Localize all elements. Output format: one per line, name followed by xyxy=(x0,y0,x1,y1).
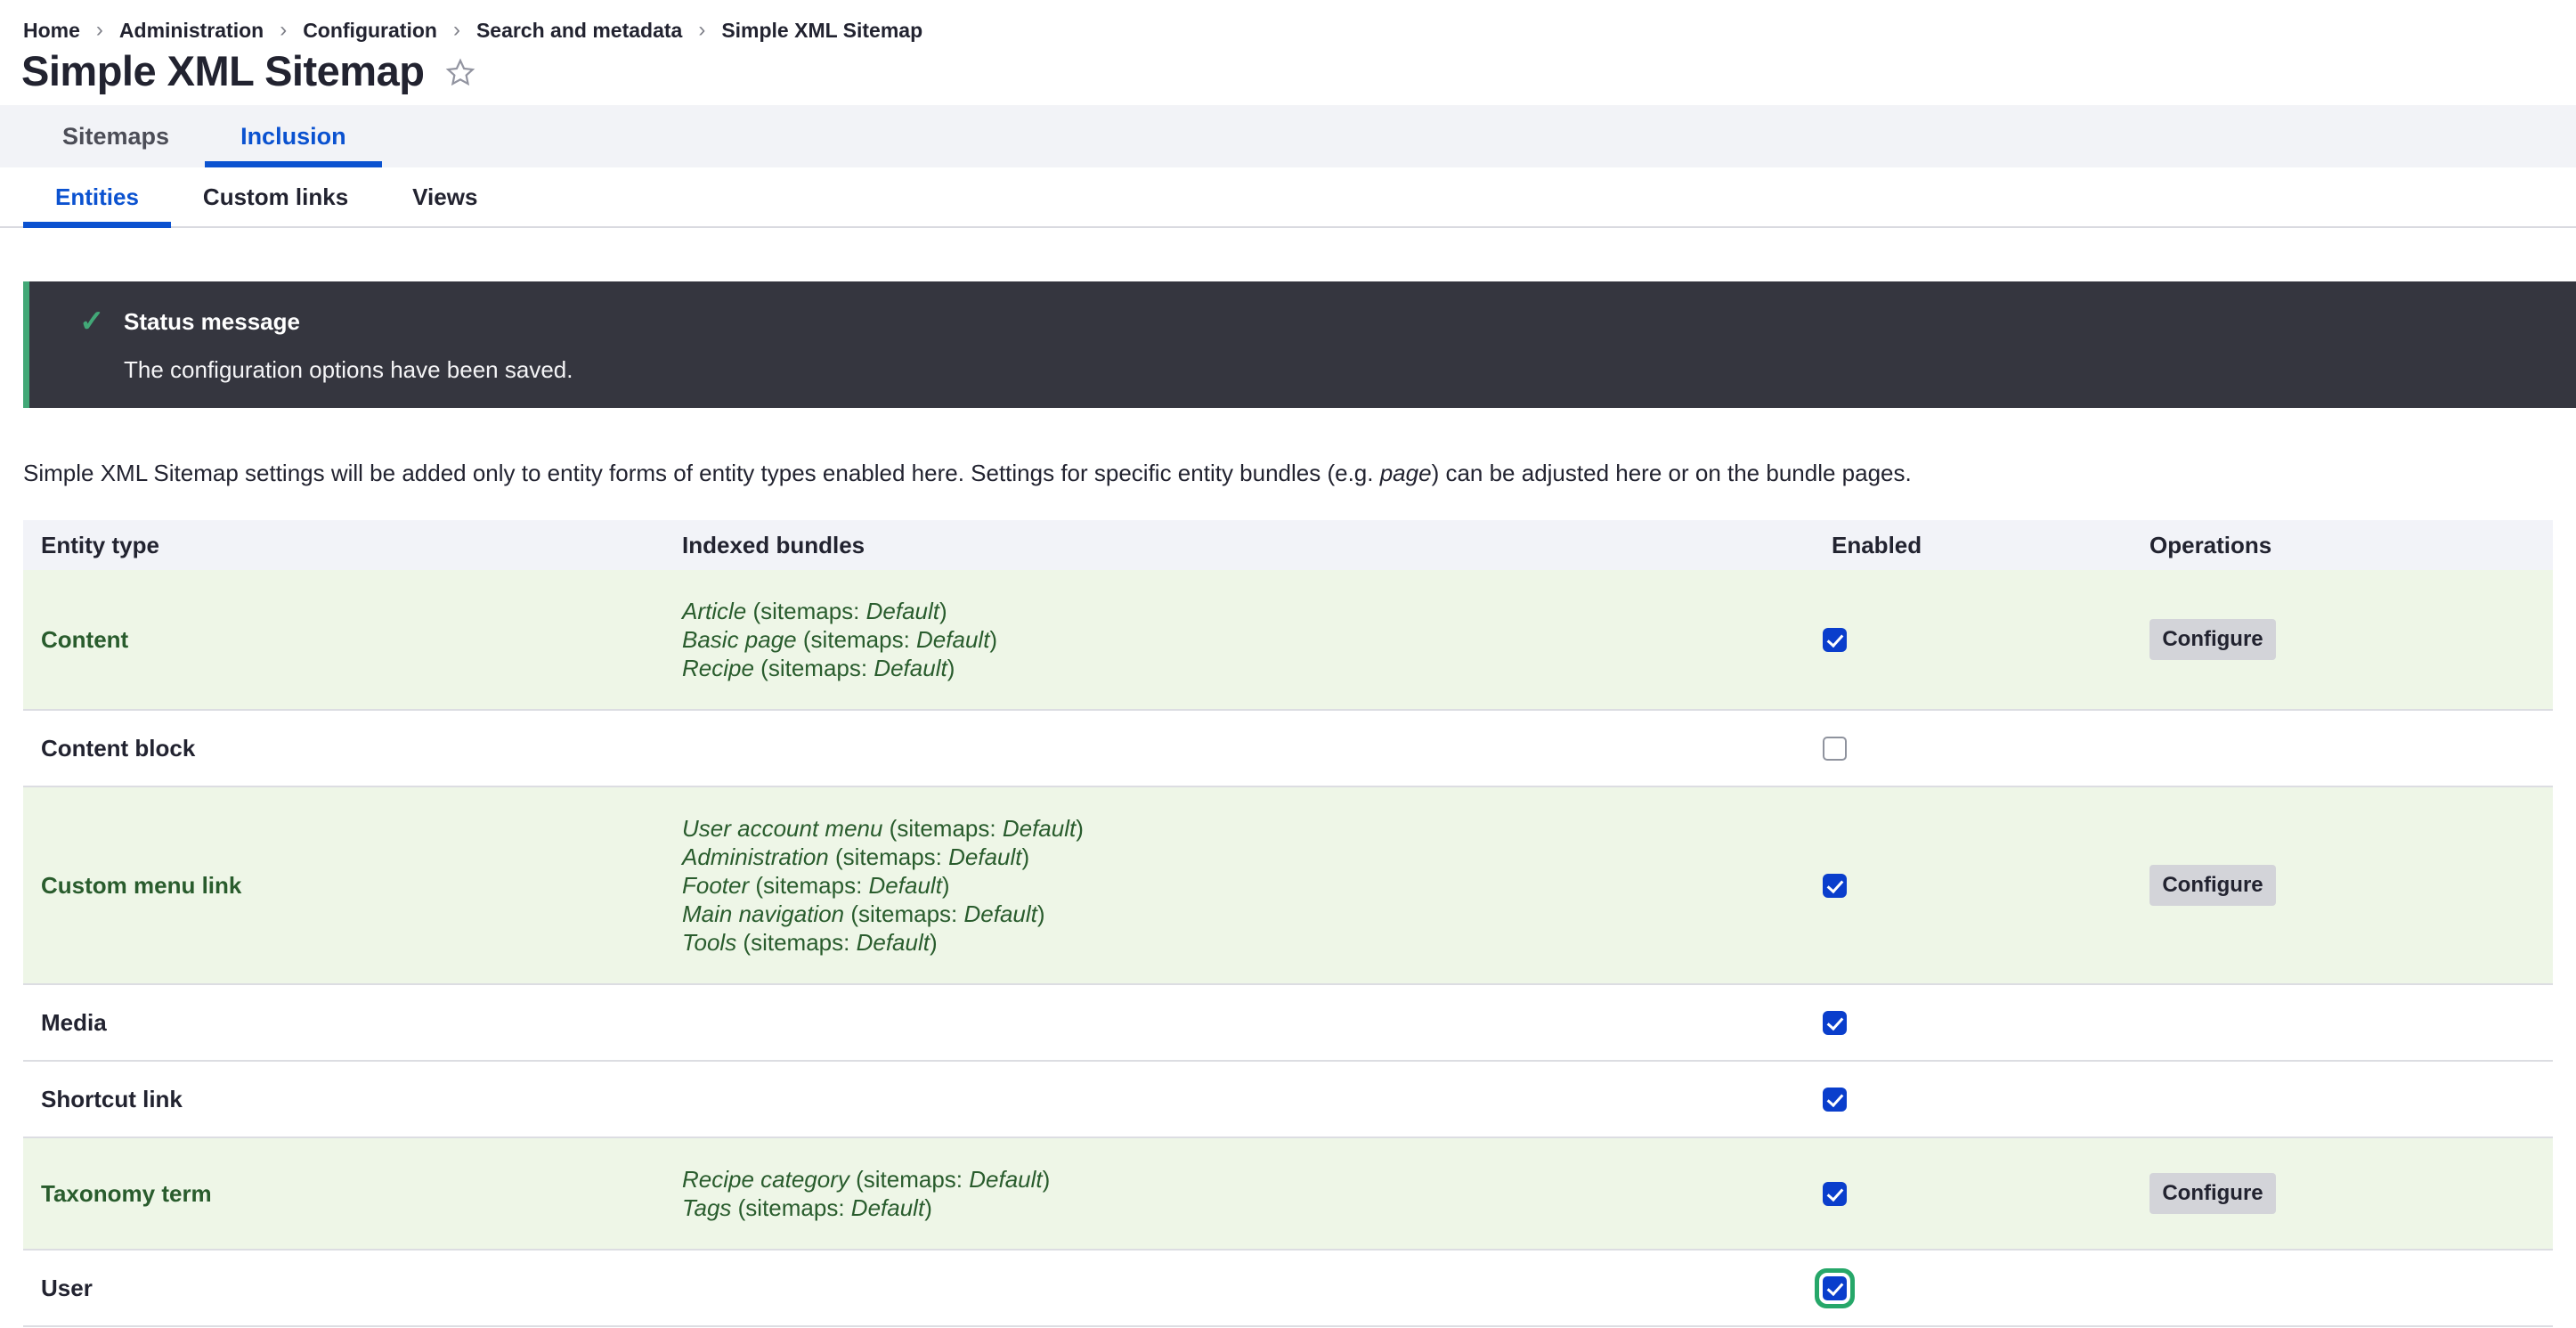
column-header-entity-type: Entity type xyxy=(23,532,659,559)
breadcrumb-item[interactable]: Search and metadata xyxy=(476,18,682,43)
table-row-user: User xyxy=(23,1251,2553,1327)
enabled-checkbox-content-block[interactable] xyxy=(1823,737,1847,761)
enabled-checkbox-media[interactable] xyxy=(1823,1011,1847,1035)
bundle-entry: Footer (sitemaps: Default) xyxy=(682,871,1785,900)
entity-type-label: Taxonomy term xyxy=(23,1180,659,1208)
enabled-checkbox-custom-menu-link[interactable] xyxy=(1823,874,1847,898)
table-row-shortcut-link: Shortcut link xyxy=(23,1062,2553,1138)
favorite-star-icon[interactable] xyxy=(443,56,477,90)
indexed-bundles-cell xyxy=(659,721,1785,775)
table-row-taxonomy-term: Taxonomy termRecipe category (sitemaps: … xyxy=(23,1138,2553,1251)
table-row-content: ContentArticle (sitemaps: Default)Basic … xyxy=(23,570,2553,711)
breadcrumb-separator: › xyxy=(453,18,460,43)
configure-button-content[interactable]: Configure xyxy=(2149,619,2276,660)
page-title: Simple XML Sitemap xyxy=(21,46,424,95)
entity-type-label: Content block xyxy=(23,735,659,762)
enabled-cell xyxy=(1785,1088,2139,1112)
secondary-tabs: EntitiesCustom linksViews xyxy=(0,167,2576,228)
entity-type-label: User xyxy=(23,1275,659,1302)
bundle-entry: Article (sitemaps: Default) xyxy=(682,597,1785,625)
breadcrumb-item[interactable]: Configuration xyxy=(303,18,437,43)
entity-types-table: Entity type Indexed bundles Enabled Oper… xyxy=(23,520,2553,1327)
configure-button-taxonomy-term[interactable]: Configure xyxy=(2149,1173,2276,1214)
table-body: ContentArticle (sitemaps: Default)Basic … xyxy=(23,570,2553,1327)
bundle-entry: Recipe (sitemaps: Default) xyxy=(682,654,1785,682)
operations-cell: Configure xyxy=(2139,619,2553,660)
bundle-entry: Main navigation (sitemaps: Default) xyxy=(682,900,1785,928)
table-row-media: Media xyxy=(23,985,2553,1062)
breadcrumb-item[interactable]: Administration xyxy=(119,18,264,43)
tab-inclusion[interactable]: Inclusion xyxy=(205,105,382,167)
configure-button-custom-menu-link[interactable]: Configure xyxy=(2149,865,2276,906)
bundle-entry: Tags (sitemaps: Default) xyxy=(682,1194,1785,1222)
table-header-row: Entity type Indexed bundles Enabled Oper… xyxy=(23,520,2553,570)
breadcrumb-separator: › xyxy=(96,18,103,43)
entity-type-label: Shortcut link xyxy=(23,1086,659,1113)
enabled-cell xyxy=(1785,628,2139,652)
enabled-cell xyxy=(1785,874,2139,898)
indexed-bundles-cell xyxy=(659,1261,1785,1315)
tab-sitemaps[interactable]: Sitemaps xyxy=(27,105,205,167)
breadcrumb-separator: › xyxy=(698,18,705,43)
column-header-enabled: Enabled xyxy=(1785,532,2139,559)
bundle-entry: Basic page (sitemaps: Default) xyxy=(682,625,1785,654)
entity-type-label: Content xyxy=(23,626,659,654)
page-description: Simple XML Sitemap settings will be adde… xyxy=(23,458,2553,488)
entity-type-label: Custom menu link xyxy=(23,872,659,900)
enabled-checkbox-taxonomy-term[interactable] xyxy=(1823,1182,1847,1206)
enabled-cell xyxy=(1785,1011,2139,1035)
breadcrumb-item[interactable]: Home xyxy=(23,18,80,43)
enabled-cell xyxy=(1785,1276,2139,1300)
operations-cell: Configure xyxy=(2139,1173,2553,1214)
operations-cell: Configure xyxy=(2139,865,2553,906)
checkmark-icon: ✓ xyxy=(60,308,124,335)
indexed-bundles-cell: Article (sitemaps: Default)Basic page (s… xyxy=(659,570,1785,709)
enabled-checkbox-shortcut-link[interactable] xyxy=(1823,1088,1847,1112)
subtab-entities[interactable]: Entities xyxy=(23,167,171,226)
table-row-custom-menu-link: Custom menu linkUser account menu (sitem… xyxy=(23,787,2553,985)
enabled-checkbox-user[interactable] xyxy=(1823,1276,1847,1300)
enabled-checkbox-content[interactable] xyxy=(1823,628,1847,652)
indexed-bundles-cell xyxy=(659,996,1785,1049)
breadcrumb-item[interactable]: Simple XML Sitemap xyxy=(721,18,922,43)
breadcrumb-separator: › xyxy=(280,18,287,43)
indexed-bundles-cell xyxy=(659,1072,1785,1126)
primary-tabs: SitemapsInclusion xyxy=(0,105,2576,167)
column-header-indexed-bundles: Indexed bundles xyxy=(659,532,1785,559)
bundle-entry: User account menu (sitemaps: Default) xyxy=(682,814,1785,843)
bundle-entry: Recipe category (sitemaps: Default) xyxy=(682,1165,1785,1194)
entity-type-label: Media xyxy=(23,1009,659,1037)
column-header-operations: Operations xyxy=(2139,532,2553,559)
status-body: The configuration options have been save… xyxy=(124,356,2540,383)
page-header: Simple XML Sitemap xyxy=(21,45,2576,96)
bundle-entry: Tools (sitemaps: Default) xyxy=(682,928,1785,957)
indexed-bundles-cell: Recipe category (sitemaps: Default)Tags … xyxy=(659,1138,1785,1249)
indexed-bundles-cell: User account menu (sitemaps: Default)Adm… xyxy=(659,787,1785,983)
enabled-cell xyxy=(1785,1182,2139,1206)
table-row-content-block: Content block xyxy=(23,711,2553,787)
subtab-custom-links[interactable]: Custom links xyxy=(171,167,380,226)
subtab-views[interactable]: Views xyxy=(380,167,509,226)
enabled-cell xyxy=(1785,737,2139,761)
bundle-entry: Administration (sitemaps: Default) xyxy=(682,843,1785,871)
breadcrumb: Home › Administration › Configuration › Search… xyxy=(0,0,2576,43)
status-title: Status message xyxy=(124,308,300,335)
status-message: ✓ Status message The configuration optio… xyxy=(23,281,2576,408)
